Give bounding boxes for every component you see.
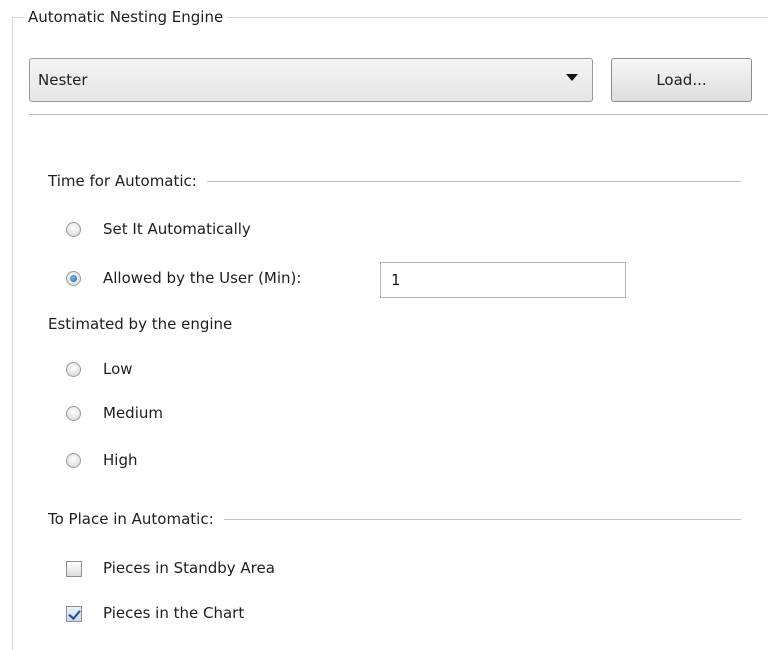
section-label-time: Time for Automatic: <box>48 171 207 191</box>
engine-select[interactable]: Nester <box>29 58 593 102</box>
radio-allowed-by-user[interactable] <box>66 271 81 286</box>
checkbox-standby-area[interactable] <box>66 561 82 577</box>
estimated-label: Estimated by the engine <box>48 315 233 333</box>
group-box-left-border <box>12 17 13 650</box>
load-button[interactable]: Load... <box>611 58 752 102</box>
radio-low[interactable] <box>66 362 81 377</box>
group-box-title: Automatic Nesting Engine <box>24 7 228 27</box>
radio-set-automatically[interactable] <box>66 222 81 237</box>
checkbox-label-standby-area[interactable]: Pieces in Standby Area <box>103 558 275 578</box>
radio-label-allowed-by-user[interactable]: Allowed by the User (Min): <box>103 268 301 288</box>
separator <box>29 114 768 115</box>
radio-label-set-automatically[interactable]: Set It Automatically <box>103 219 251 239</box>
checkbox-label-in-chart[interactable]: Pieces in the Chart <box>103 603 244 623</box>
chevron-down-icon[interactable] <box>566 74 578 81</box>
section-label-place: To Place in Automatic: <box>48 509 224 529</box>
radio-label-medium[interactable]: Medium <box>103 403 163 423</box>
radio-medium[interactable] <box>66 406 81 421</box>
checkbox-in-chart[interactable] <box>66 606 82 622</box>
radio-label-high[interactable]: High <box>103 450 137 470</box>
engine-select-value: Nester <box>38 71 88 89</box>
radio-high[interactable] <box>66 453 81 468</box>
minutes-input[interactable] <box>380 262 626 298</box>
radio-label-low[interactable]: Low <box>103 359 133 379</box>
